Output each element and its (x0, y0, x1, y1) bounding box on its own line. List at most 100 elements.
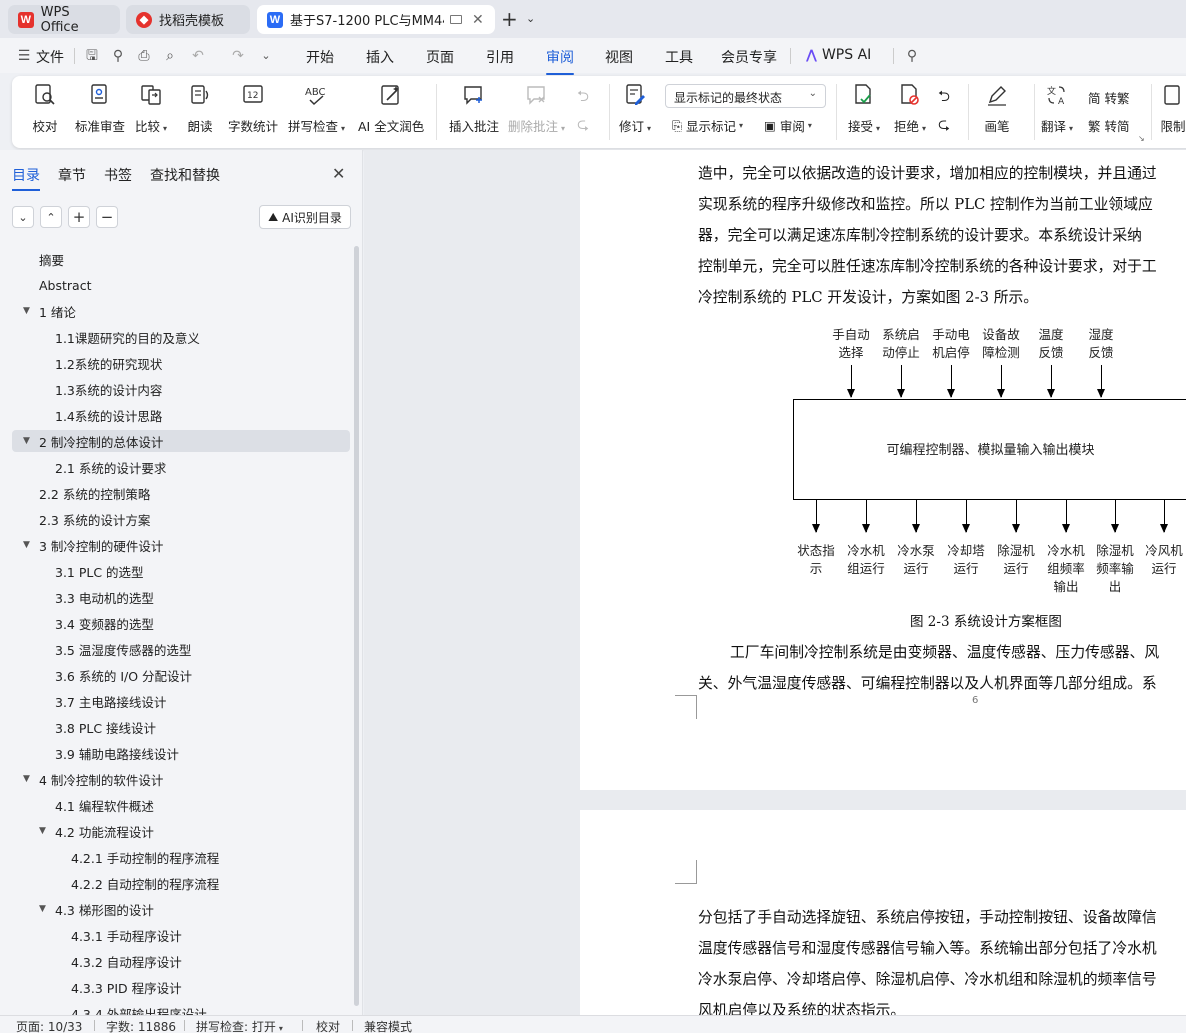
toc-item[interactable]: 2.1 系统的设计要求 (12, 456, 350, 478)
close-icon[interactable]: ✕ (332, 164, 345, 183)
ribbon-expand-icon[interactable]: ↘ (1138, 134, 1145, 143)
expand-all-button[interactable]: ⌄ (12, 206, 34, 228)
reject-button[interactable]: 拒绝 ▾ (894, 82, 926, 135)
ai-polish-button[interactable]: AI 全文润色 (358, 82, 424, 135)
toc-item[interactable]: 4.3.2 自动程序设计 (12, 950, 350, 972)
toc-item[interactable]: 3.7 主电路接线设计 (12, 690, 350, 712)
new-tab-plus-icon[interactable]: + (501, 9, 518, 29)
toc-item[interactable]: 3.3 电动机的选型 (12, 586, 350, 608)
tab-document[interactable]: W 基于S7-1200 PLC与MM440 ✕ (257, 5, 495, 34)
toc-item[interactable]: ▼ 4 制冷控制的软件设计 (12, 768, 350, 790)
expand-triangle-icon[interactable]: ▼ (23, 540, 30, 550)
toc-item[interactable]: 1.4系统的设计思路 (12, 404, 350, 426)
toc-item[interactable]: 3.8 PLC 接线设计 (12, 716, 350, 738)
tab-sections[interactable]: 章节 (58, 165, 86, 185)
tab-find-replace[interactable]: 查找和替换 (150, 165, 220, 185)
spell-check-button[interactable]: ABC 拼写检查 ▾ (288, 82, 345, 135)
restrict-editing-button[interactable]: 限制 (1160, 82, 1186, 135)
save-icon[interactable]: 🖫 (84, 48, 100, 64)
toc-item[interactable]: 3.1 PLC 的选型 (12, 560, 350, 582)
proofread-button[interactable]: 校对 (32, 82, 58, 135)
toc-item[interactable]: 1.2系统的研究现状 (12, 352, 350, 374)
print-icon[interactable]: ⎙ (136, 48, 152, 64)
accept-button[interactable]: 接受 ▾ (848, 82, 880, 135)
review-pane-button[interactable]: ▣ 审阅 ▾ (764, 116, 812, 135)
markup-display-select[interactable]: 显示标记的最终状态 ⌄ (665, 84, 826, 108)
menu-tools[interactable]: 工具 (665, 47, 693, 67)
search-icon[interactable]: ⚲ (904, 48, 920, 64)
menu-insert[interactable]: 插入 (366, 47, 394, 67)
toc-item[interactable]: 1.3系统的设计内容 (12, 378, 350, 400)
menu-view[interactable]: 视图 (605, 47, 633, 67)
next-change-icon[interactable]: ⮎ (938, 114, 950, 139)
menu-membership[interactable]: 会员专享 (721, 47, 777, 67)
read-aloud-button[interactable]: 朗读 (187, 82, 213, 135)
expand-triangle-icon[interactable]: ▼ (39, 904, 46, 914)
proofread-status[interactable]: 校对 (316, 1018, 340, 1033)
redo-icon[interactable]: ↷ (230, 48, 246, 64)
expand-triangle-icon[interactable]: ▼ (23, 436, 30, 446)
toc-item[interactable]: 3.5 温湿度传感器的选型 (12, 638, 350, 660)
tab-toc[interactable]: 目录 (12, 165, 40, 191)
menu-references[interactable]: 引用 (486, 47, 514, 67)
compare-button[interactable]: 比较 ▾ (135, 82, 167, 135)
word-count[interactable]: 字数: 11886 (106, 1018, 176, 1033)
toc-item[interactable]: 4.3.4 外部输出程序设计 (12, 1002, 350, 1016)
previous-comment-icon[interactable]: ⮌ (577, 86, 589, 111)
page-indicator[interactable]: 页面: 10/33 (16, 1018, 82, 1033)
undo-icon[interactable]: ↶ (190, 48, 206, 64)
delete-comment-button[interactable]: 删除批注 ▾ (508, 82, 565, 135)
word-count-button[interactable]: 12 字数统计 (228, 82, 278, 135)
collapse-all-button[interactable]: ⌃ (40, 206, 62, 228)
toc-item[interactable]: 2.2 系统的控制策略 (12, 482, 350, 504)
toc-item[interactable]: ▼ 3 制冷控制的硬件设计 (12, 534, 350, 556)
expand-triangle-icon[interactable]: ▼ (23, 774, 30, 784)
remove-heading-button[interactable]: − (96, 206, 118, 228)
standard-review-button[interactable]: 标准审查 (75, 82, 125, 135)
toc-item[interactable]: Abstract (12, 274, 350, 296)
spell-check-status[interactable]: 拼写检查: 打开 ▾ (196, 1018, 283, 1033)
add-heading-button[interactable]: + (68, 206, 90, 228)
simplified-to-traditional-button[interactable]: 简 转繁 (1088, 88, 1129, 107)
monitor-icon[interactable] (450, 15, 462, 24)
toc-item[interactable]: 1.1课题研究的目的及意义 (12, 326, 350, 348)
tab-list-chevron-icon[interactable]: ⌄ (526, 12, 535, 25)
toc-item[interactable]: ▼ 4.3 梯形图的设计 (12, 898, 350, 920)
print-preview-icon[interactable]: ⌕ (162, 48, 178, 64)
toc-item[interactable]: 3.6 系统的 I/O 分配设计 (12, 664, 350, 686)
share-icon[interactable]: ⚲ (110, 48, 126, 64)
show-markup-button[interactable]: ⎘ 显示标记 ▾ (672, 116, 743, 135)
toc-item[interactable]: 摘要 (12, 248, 350, 270)
scrollbar[interactable] (354, 246, 359, 1006)
close-icon[interactable]: ✕ (472, 12, 484, 28)
toc-item[interactable]: 3.4 变频器的选型 (12, 612, 350, 634)
ai-toc-button[interactable]: ⛰ AI识别目录 (259, 205, 351, 229)
next-comment-icon[interactable]: ⮎ (577, 114, 589, 139)
menu-review[interactable]: 审阅 (546, 47, 574, 75)
toc-item[interactable]: 4.2.2 自动控制的程序流程 (12, 872, 350, 894)
menu-home[interactable]: 开始 (306, 47, 334, 67)
toc-item[interactable]: 4.3.1 手动程序设计 (12, 924, 350, 946)
tab-wps-office[interactable]: W WPS Office (8, 5, 120, 35)
toc-item[interactable]: 4.1 编程软件概述 (12, 794, 350, 816)
menu-file[interactable]: 文件 (36, 47, 64, 67)
traditional-to-simplified-button[interactable]: 繁 转简 (1088, 116, 1129, 135)
menu-page[interactable]: 页面 (426, 47, 454, 67)
expand-triangle-icon[interactable]: ▼ (23, 306, 30, 316)
toc-item[interactable]: 3.9 辅助电路接线设计 (12, 742, 350, 764)
ink-pen-button[interactable]: 画笔 (984, 82, 1010, 135)
toc-item[interactable]: ▼ 2 制冷控制的总体设计 (12, 430, 350, 452)
track-changes-button[interactable]: 修订 ▾ (619, 82, 651, 135)
toc-item[interactable]: ▼ 4.2 功能流程设计 (12, 820, 350, 842)
translate-button[interactable]: 文A 翻译 ▾ (1041, 82, 1073, 135)
toc-item[interactable]: ▼ 1 绪论 (12, 300, 350, 322)
more-chevron-icon[interactable]: ⌄ (258, 48, 274, 64)
previous-change-icon[interactable]: ⮌ (938, 86, 950, 111)
toc-item[interactable]: 2.3 系统的设计方案 (12, 508, 350, 530)
toc-item[interactable]: 4.3.3 PID 程序设计 (12, 976, 350, 998)
hamburger-icon[interactable]: ☰ (16, 48, 32, 64)
toc-item[interactable]: 4.2.1 手动控制的程序流程 (12, 846, 350, 868)
expand-triangle-icon[interactable]: ▼ (39, 826, 46, 836)
insert-comment-button[interactable]: 插入批注 (449, 82, 499, 135)
tab-bookmarks[interactable]: 书签 (104, 165, 132, 185)
